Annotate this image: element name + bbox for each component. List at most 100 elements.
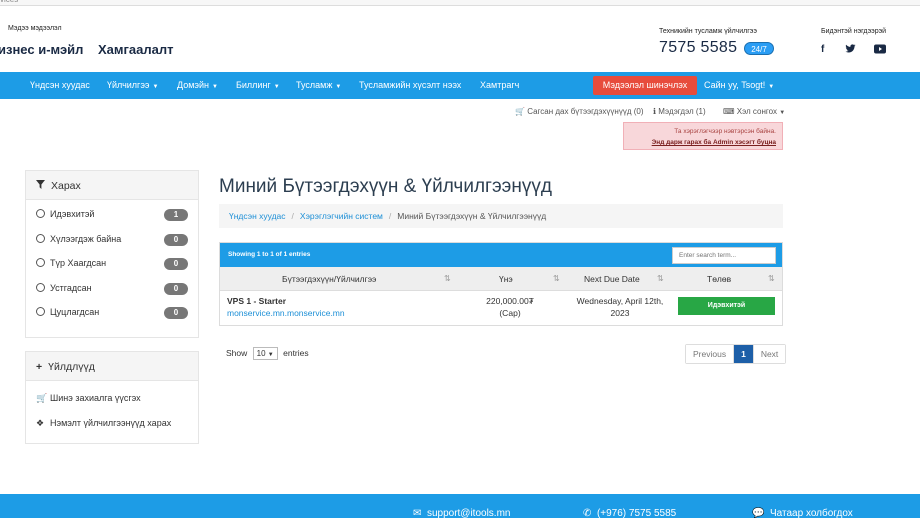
col-status[interactable]: Төлөв xyxy=(707,274,731,284)
entries-label: entries xyxy=(283,348,309,358)
breadcrumb-home[interactable]: Үндсэн хуудас xyxy=(229,211,286,221)
actions-panel: + Үйлдлүүд 🛒 Шинэ захиалга үүсгэх ❖ Нэмэлт … xyxy=(25,351,199,444)
sort-icon[interactable]: ⇅ xyxy=(657,274,664,283)
actions-panel-title: Үйлдлүүд xyxy=(48,361,95,373)
action-label: Шинэ захиалга үүсгэх xyxy=(50,393,141,403)
breadcrumb-client-area[interactable]: Хэрэглэгчийн систем xyxy=(300,211,383,221)
security-link[interactable]: Хамгаалалт xyxy=(98,42,174,57)
nav-affiliates[interactable]: Хамтрагч xyxy=(480,80,519,90)
filter-count: 0 xyxy=(164,233,188,246)
chat-icon: 💬 xyxy=(752,508,765,518)
chevron-down-icon: ▼ xyxy=(768,84,775,90)
support-label: Техникийн тусламж үйлчилгээ xyxy=(659,28,757,35)
language-selector[interactable]: ⌨ Хэл сонгох ▼ xyxy=(723,107,785,116)
filter-count: 0 xyxy=(164,307,188,319)
sort-icon[interactable]: ⇅ xyxy=(768,274,775,283)
product-name: VPS 1 - Starter xyxy=(227,296,287,306)
next-due-date: Wednesday, April 12th, 2023 xyxy=(565,295,675,319)
alert-text: Та хэрэглэгчээр нэвтэрсэн байна. xyxy=(674,128,776,135)
radio-icon[interactable] xyxy=(36,209,45,218)
nav-home[interactable]: Үндсэн хуудас xyxy=(30,80,90,90)
update-notice-button[interactable]: Мэдээлэл шинэчлэх xyxy=(593,76,697,95)
footer-chat[interactable]: 💬 Чатаар холбогдох xyxy=(752,508,853,518)
cart-label: Сагсан дах бүтээгдэхүүнүүд (0) xyxy=(527,107,644,116)
sort-icon[interactable]: ⇅ xyxy=(553,274,560,283)
page-length-select[interactable]: 10 ▼ xyxy=(252,347,278,360)
page-title: Миний Бүтээгдэхүүн & Үйлчилгээнүүд xyxy=(219,176,552,197)
filter-icon xyxy=(36,180,45,192)
table-info: Showing 1 to 1 of 1 entries xyxy=(228,251,311,258)
actions-panel-header: + Үйлдлүүд xyxy=(26,352,198,381)
filter-count: 0 xyxy=(164,282,188,295)
cart-link[interactable]: 🛒 Сагсан дах бүтээгдэхүүнүүд (0) xyxy=(515,107,644,116)
show-label: Show xyxy=(226,348,248,358)
col-price[interactable]: Үнэ xyxy=(499,274,513,284)
new-order-link[interactable]: 🛒 Шинэ захиалга үүсгэх xyxy=(26,386,198,411)
table-row[interactable]: VPS 1 - Starter monservice.mn.monservice… xyxy=(220,292,782,324)
nav-open-ticket[interactable]: Тусламжийн хүсэлт нээх xyxy=(359,80,461,90)
nav-services[interactable]: Үйлчилгээ ▼ xyxy=(107,80,158,90)
pagination-previous[interactable]: Previous xyxy=(686,345,734,363)
breadcrumb-separator: / xyxy=(388,211,392,221)
addons-link[interactable]: ❖ Нэмэлт үйлчилгээнүүд харах xyxy=(26,411,198,436)
filter-panel-header: Харах xyxy=(26,171,198,200)
breadcrumb: Үндсэн хуудас / Хэрэглэгчийн систем / Миний … xyxy=(219,204,783,228)
language-label: Хэл сонгох xyxy=(736,107,777,116)
filter-panel: Харах Идэвхитэй 1 Хүлээгдэж байна 0 Түр Ха… xyxy=(25,170,199,338)
table-search-input[interactable] xyxy=(672,247,776,264)
business-email-link[interactable]: изнес и-мэйл xyxy=(0,42,83,57)
pagination-next[interactable]: Next xyxy=(752,345,786,363)
nav-support-label: Тусламж xyxy=(296,80,333,90)
filter-cancelled[interactable]: Цуцлагдсан 0 xyxy=(26,302,198,327)
page-length-control: Show 10 ▼ entries xyxy=(226,347,309,360)
user-menu[interactable]: Сайн уу, Tsogt! ▼ xyxy=(704,80,774,90)
notifications-link[interactable]: ℹ Мэдэгдэл (1) xyxy=(653,107,706,116)
footer-phone[interactable]: ✆ (+976) 7575 5585 xyxy=(583,508,676,518)
return-to-admin-link[interactable]: Энд дарж гарах ба Admin хэсэгт буцна xyxy=(630,137,776,148)
action-label: Нэмэлт үйлчилгээнүүд харах xyxy=(50,418,172,428)
filter-label: Цуцлагдсан xyxy=(50,307,100,317)
sort-icon[interactable]: ⇅ xyxy=(444,274,451,283)
cubes-icon: ❖ xyxy=(36,418,45,428)
col-product[interactable]: Бүтээгдэхүүн/Үйлчилгээ xyxy=(282,274,376,284)
product-domain-link[interactable]: monservice.mn.monservice.mn xyxy=(227,308,345,318)
chevron-down-icon: ▼ xyxy=(779,110,786,116)
nav-domains[interactable]: Домэйн ▼ xyxy=(177,80,218,90)
phone-icon: ✆ xyxy=(583,508,592,518)
filter-label: Түр Хаагдсан xyxy=(50,258,107,268)
filter-count: 0 xyxy=(164,258,188,270)
filter-pending[interactable]: Хүлээгдэж байна 0 xyxy=(26,229,198,254)
youtube-icon[interactable] xyxy=(874,44,886,57)
nav-billing[interactable]: Биллинг ▼ xyxy=(236,80,280,90)
radio-icon[interactable] xyxy=(36,258,45,267)
billing-cycle: (Сар) xyxy=(499,308,521,318)
info-icon: ℹ xyxy=(653,107,657,116)
filter-label: Идэвхитэй xyxy=(50,209,95,219)
pagination-page[interactable]: 1 xyxy=(733,345,753,363)
footer-chat-text: Чатаар холбогдох xyxy=(770,508,853,518)
nav-domains-label: Домэйн xyxy=(177,80,209,90)
info-label[interactable]: Мэдээ мэдээлэл xyxy=(8,25,62,32)
col-due-date[interactable]: Next Due Date xyxy=(584,274,640,284)
radio-icon[interactable] xyxy=(36,282,45,292)
radio-icon[interactable] xyxy=(36,233,45,243)
filter-label: Хүлээгдэж байна xyxy=(50,233,122,244)
main-navbar: Үндсэн хуудас Үйлчилгээ ▼ Домэйн ▼ Биллинг… xyxy=(0,72,920,99)
social-label: Бидэнтэй нэгдээрэй xyxy=(821,28,887,35)
footer-email[interactable]: ✉ support@itools.mn xyxy=(413,508,510,518)
filter-panel-title: Харах xyxy=(51,180,81,192)
radio-icon[interactable] xyxy=(36,307,45,316)
nav-billing-label: Биллинг xyxy=(236,80,271,90)
twitter-icon[interactable] xyxy=(845,44,856,57)
facebook-icon[interactable]: f xyxy=(821,44,824,55)
nav-support[interactable]: Тусламж ▼ xyxy=(296,80,341,90)
filter-terminated[interactable]: Устгадсан 0 xyxy=(26,278,198,303)
status-badge: Идэвхитэй xyxy=(678,297,775,315)
nav-services-label: Үйлчилгээ xyxy=(107,80,150,90)
filter-suspended[interactable]: Түр Хаагдсан 0 xyxy=(26,253,198,278)
price-amount: 220,000.00₮ xyxy=(486,296,534,306)
plus-icon: + xyxy=(36,361,43,373)
filter-active[interactable]: Идэвхитэй 1 xyxy=(26,204,198,229)
footer-email-text: support@itools.mn xyxy=(426,508,511,518)
table-toolbar: Showing 1 to 1 of 1 entries xyxy=(220,243,782,267)
